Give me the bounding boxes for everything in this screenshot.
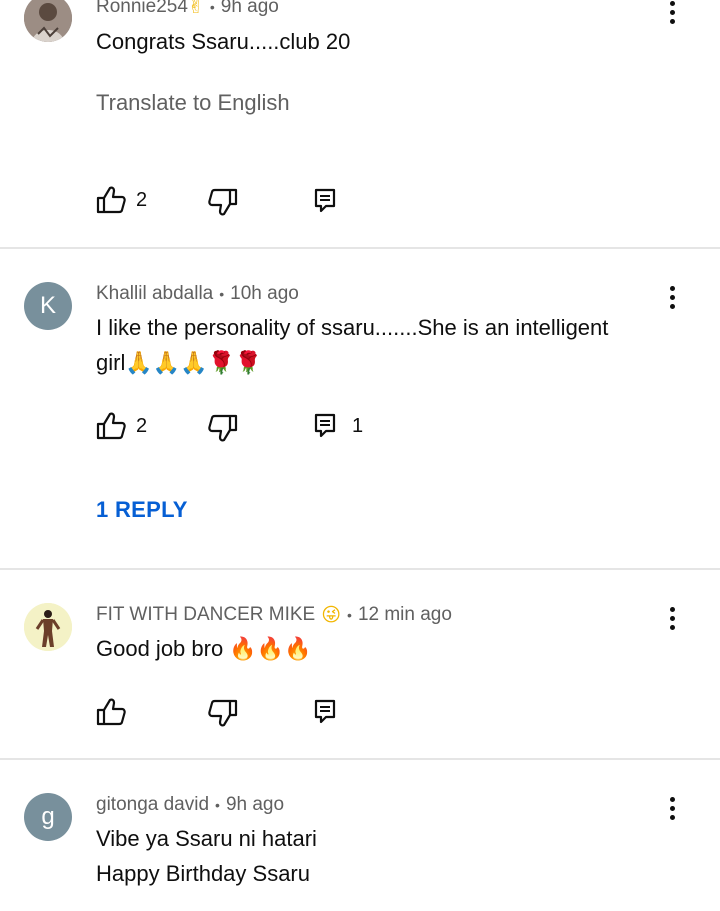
avatar[interactable]: K <box>24 282 72 330</box>
separator: • <box>209 0 215 15</box>
view-replies-button[interactable]: 1 REPLY <box>96 497 188 523</box>
separator: • <box>219 286 225 302</box>
avatar[interactable] <box>24 603 72 651</box>
more-vert-icon[interactable] <box>660 602 684 634</box>
dislike-button[interactable] <box>208 699 238 727</box>
like-count: 2 <box>136 188 148 211</box>
avatar[interactable]: g <box>24 793 72 841</box>
divider <box>0 568 720 570</box>
divider <box>0 247 720 249</box>
timestamp[interactable]: 9h ago <box>226 794 284 816</box>
comment-text: I like the personality of ssaru.......Sh… <box>96 310 666 380</box>
more-vert-icon[interactable] <box>660 792 684 824</box>
dislike-button[interactable] <box>208 188 238 216</box>
avatar-letter: K <box>39 292 56 319</box>
reply-icon <box>314 699 336 724</box>
reply-icon <box>314 413 336 438</box>
thumbs-down-icon <box>208 188 238 216</box>
reply-button[interactable] <box>314 699 336 725</box>
separator: • <box>215 797 220 813</box>
comment-text-line: girl🙏🙏🙏🌹🌹 <box>96 350 263 375</box>
author-emoji: ✌ <box>187 0 204 18</box>
separator: • <box>347 607 352 623</box>
timestamp[interactable]: 12 min ago <box>358 604 452 626</box>
like-count: 2 <box>136 414 148 437</box>
thumbs-up-icon <box>96 698 126 726</box>
comment-text: Good job bro 🔥🔥🔥 <box>96 636 312 661</box>
more-vert-icon[interactable] <box>660 281 684 313</box>
comment-meta: Khallil abdalla • 10h ago <box>96 283 299 305</box>
comment-text: Vibe ya Ssaru ni hatari Happy Birthday S… <box>96 821 666 891</box>
like-button[interactable]: 2 <box>96 412 147 440</box>
reply-button[interactable]: 1 <box>314 413 363 439</box>
thumbs-down-icon <box>208 699 238 727</box>
thumbs-up-icon <box>96 412 126 440</box>
author-name[interactable]: Khallil abdalla <box>96 283 213 305</box>
avatar-letter: g <box>41 803 55 830</box>
translate-link[interactable]: Translate to English <box>96 90 290 116</box>
reply-icon <box>314 188 336 213</box>
dislike-button[interactable] <box>208 414 238 442</box>
avatar[interactable] <box>24 0 72 42</box>
divider <box>0 758 720 760</box>
thumbs-down-icon <box>208 414 238 442</box>
author-name[interactable]: gitonga david <box>96 794 209 816</box>
like-button[interactable]: 2 <box>96 186 147 214</box>
author-name[interactable]: Ronnie254 <box>96 0 188 18</box>
timestamp[interactable]: 9h ago <box>221 0 279 18</box>
comment-meta: Ronnie254 ✌ • 9h ago <box>96 0 279 18</box>
comment-text-line: I like the personality of ssaru.......Sh… <box>96 315 609 340</box>
thumbs-up-icon <box>96 186 126 214</box>
author-name[interactable]: FIT WITH DANCER MIKE <box>96 604 315 626</box>
comment-text-line: Happy Birthday Ssaru <box>96 861 310 886</box>
timestamp[interactable]: 10h ago <box>230 283 299 305</box>
comment-meta: gitonga david • 9h ago <box>96 794 284 816</box>
reply-count: 1 <box>352 414 364 437</box>
like-button[interactable] <box>96 698 126 726</box>
comment-text: Congrats Ssaru.....club 20 <box>96 29 351 54</box>
author-emoji: 😜 <box>321 604 342 626</box>
reply-button[interactable] <box>314 188 336 214</box>
comment-meta: FIT WITH DANCER MIKE 😜 • 12 min ago <box>96 604 452 626</box>
comment-text-line: Vibe ya Ssaru ni hatari <box>96 826 317 851</box>
